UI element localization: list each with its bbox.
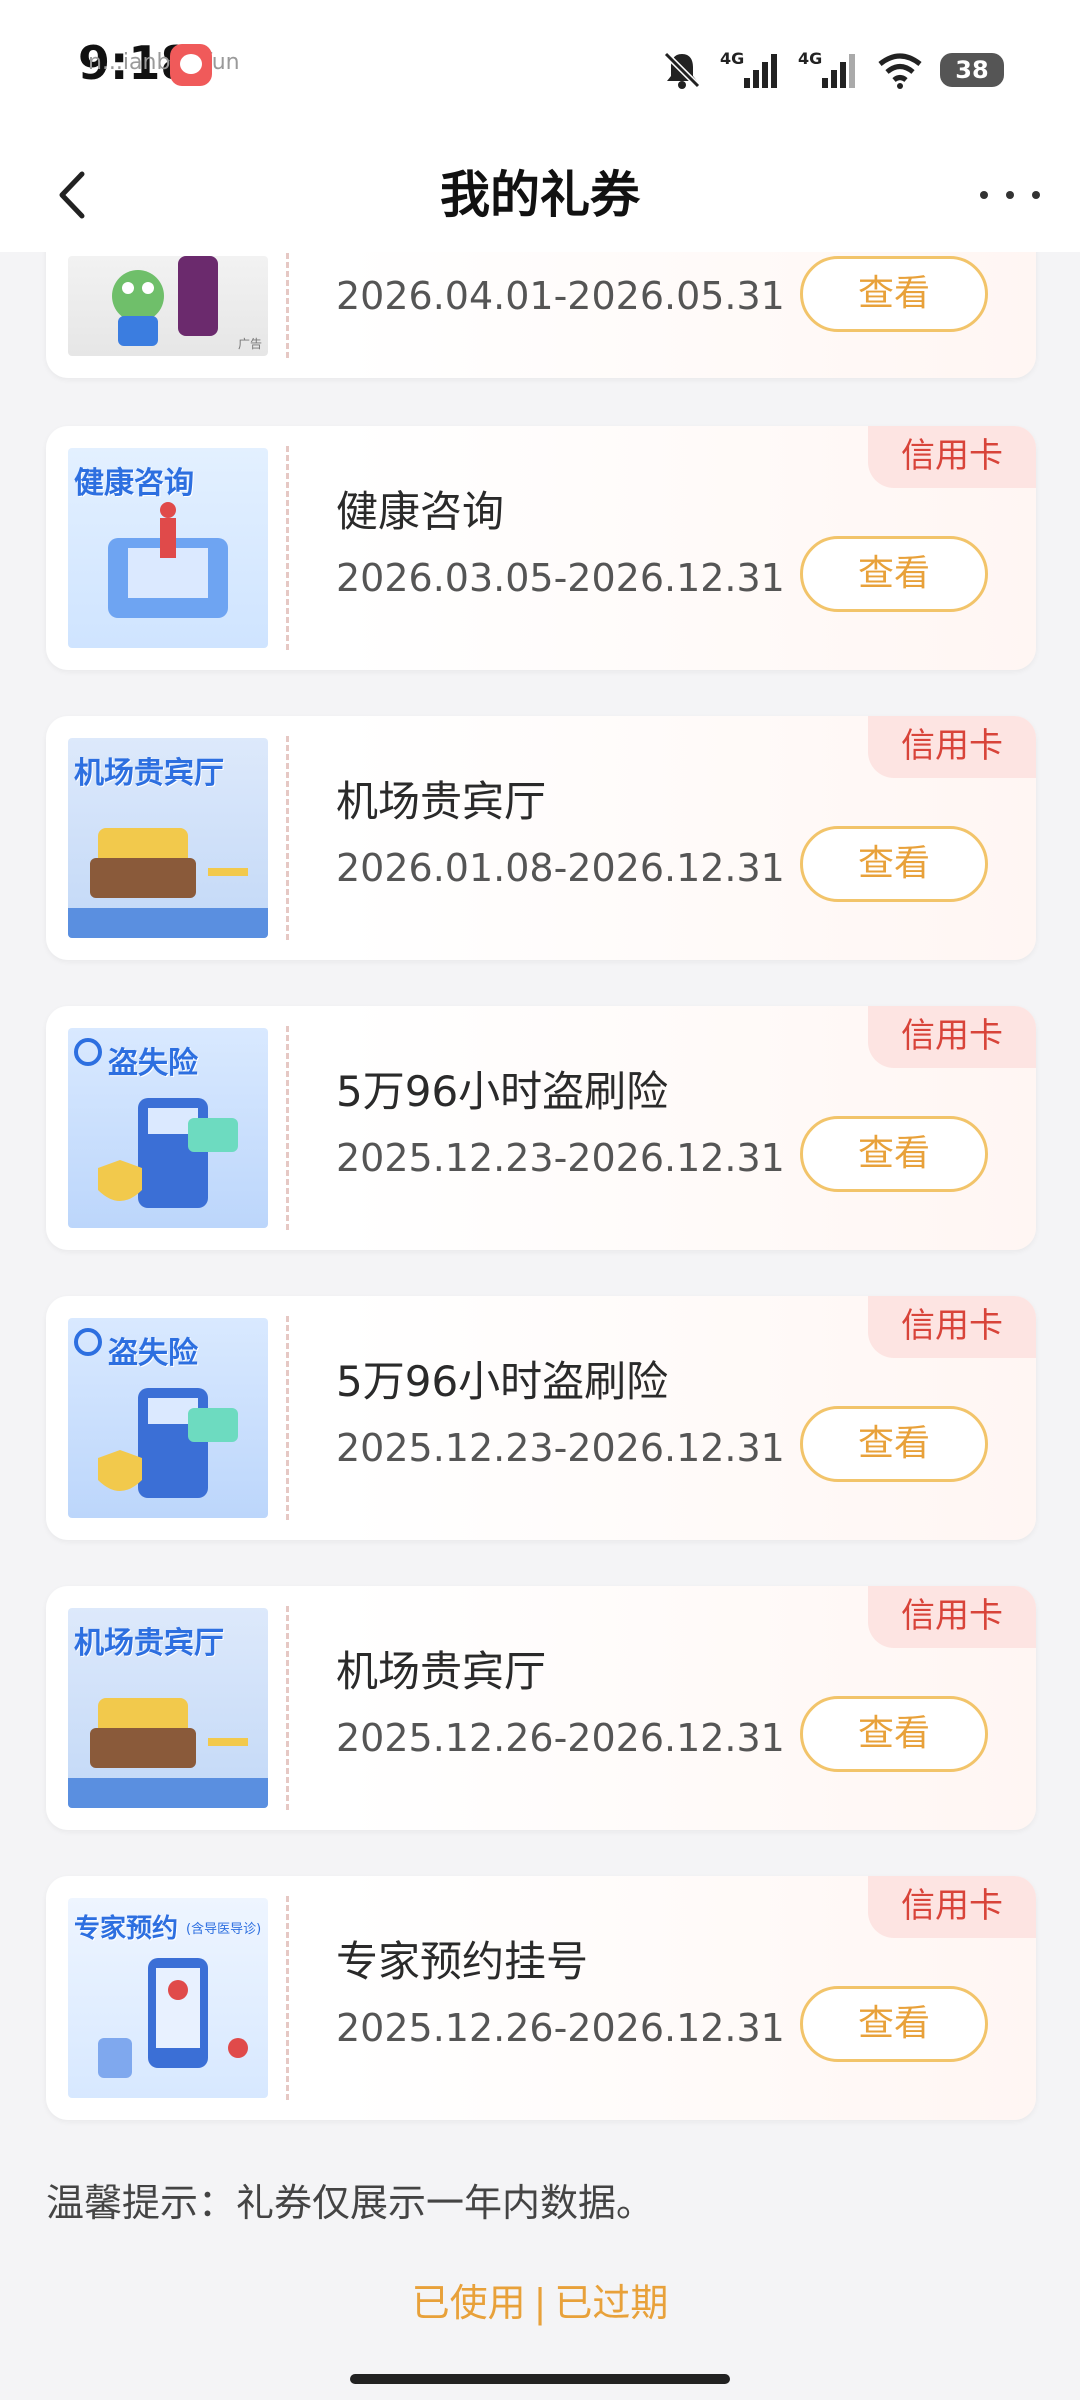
ad-label: 广告 — [237, 337, 262, 351]
coupon-date: 2025.12.26-2026.12.31 — [336, 2006, 785, 2050]
coupon-title: 专家预约挂号 — [336, 1937, 589, 1986]
watermark-text: n...ianbao.fun — [88, 50, 240, 75]
armchair-illustration — [68, 828, 268, 938]
used-link[interactable]: 已使用 — [412, 2281, 526, 2325]
coupon-card[interactable]: 健康咨询 信用卡 健康咨询 2026.03.05-2026.12.31 查看 — [46, 426, 1036, 670]
coupon-card[interactable]: 机场贵宾厅 信用卡 机场贵宾厅 2025.12.26-2026.12.31 查看 — [46, 1586, 1036, 1830]
view-button[interactable]: 查看 — [800, 826, 988, 902]
more-dots-icon — [980, 191, 1040, 199]
footer-links: 已使用 | 已过期 — [0, 2272, 1080, 2327]
view-button[interactable]: 查看 — [800, 1696, 988, 1772]
credit-card-badge: 信用卡 — [868, 1296, 1036, 1358]
doctor-phone-illustration — [98, 1958, 248, 2078]
more-button[interactable] — [970, 160, 1050, 230]
coupon-title: 机场贵宾厅 — [336, 777, 547, 826]
coupon-thumbnail-theft: 盗失险 — [68, 1028, 268, 1228]
coupon-date: 2026.04.01-2026.05.31 — [336, 274, 785, 318]
coupon-title: 机场贵宾厅 — [336, 1647, 547, 1696]
coupon-thumbnail-lounge: 机场贵宾厅 — [68, 1608, 268, 1808]
coupon-card[interactable]: 专家预约 (含导医导诊) 信用卡 专家预约挂号 2025.12.26-2026.… — [46, 1876, 1036, 2120]
coupon-card[interactable]: 盗失险 信用卡 5万96小时盗刷险 2025.12.23-2026.12.31 … — [46, 1296, 1036, 1540]
coupon-date: 2026.01.08-2026.12.31 — [336, 846, 785, 890]
coupon-title: 5万96小时盗刷险 — [336, 1067, 669, 1116]
mute-bell-icon — [663, 51, 701, 89]
expired-link[interactable]: 已过期 — [554, 2281, 668, 2325]
notification-app-icon — [170, 44, 212, 86]
coupon-title: 5万96小时盗刷险 — [336, 1357, 669, 1406]
coupon-date: 2025.12.23-2026.12.31 — [336, 1136, 785, 1180]
view-button[interactable]: 查看 — [800, 1116, 988, 1192]
view-button[interactable]: 查看 — [800, 256, 988, 332]
credit-card-badge: 信用卡 — [868, 1876, 1036, 1938]
pos-shield-illustration — [74, 1328, 238, 1498]
coupon-thumbnail-health: 健康咨询 — [68, 448, 268, 648]
tip-text: 温馨提示：礼券仅展示一年内数据。 — [46, 2181, 655, 2225]
coupon-thumbnail-lounge: 机场贵宾厅 — [68, 738, 268, 938]
nav-bar: 我的礼券 — [0, 140, 1080, 252]
view-button[interactable]: 查看 — [800, 536, 988, 612]
coupon-date: 2025.12.26-2026.12.31 — [336, 1716, 785, 1760]
card-divider — [286, 446, 289, 650]
battery-indicator: 38 — [940, 53, 1004, 87]
signal-4g-icon: 4G — [720, 49, 777, 88]
coupon-title: 健康咨询 — [336, 487, 505, 536]
credit-card-badge: 信用卡 — [868, 1006, 1036, 1068]
signal-4g-icon-2: 4G — [798, 49, 855, 88]
coupon-card[interactable]: 机场贵宾厅 信用卡 机场贵宾厅 2026.01.08-2026.12.31 查看 — [46, 716, 1036, 960]
view-button[interactable]: 查看 — [800, 1406, 988, 1482]
credit-card-badge: 信用卡 — [868, 426, 1036, 488]
armchair-illustration — [68, 1698, 268, 1808]
credit-card-badge: 信用卡 — [868, 1586, 1036, 1648]
home-indicator[interactable] — [350, 2374, 730, 2384]
coupon-thumbnail-expert: 专家预约 (含导医导诊) — [68, 1898, 268, 2098]
coupon-date: 2025.12.23-2026.12.31 — [336, 1426, 785, 1470]
footer-separator: | — [533, 2281, 547, 2325]
status-bar: 9:18 n...ianbao.fun 4G 4G 38 — [0, 0, 1080, 140]
status-icons: 4G 4G 38 — [660, 40, 1004, 100]
svg-text:4G: 4G — [798, 49, 822, 68]
card-divider — [286, 1316, 289, 1520]
coupon-date: 2026.03.05-2026.12.31 — [336, 556, 785, 600]
health-illustration — [108, 502, 228, 618]
card-divider — [286, 1896, 289, 2100]
coupon-thumbnail-theft: 盗失险 — [68, 1318, 268, 1518]
svg-text:4G: 4G — [720, 49, 744, 68]
card-divider — [286, 1026, 289, 1230]
pos-shield-illustration — [74, 1038, 238, 1208]
view-button[interactable]: 查看 — [800, 1986, 988, 2062]
wifi-icon — [878, 53, 922, 89]
card-divider — [286, 1606, 289, 1810]
card-divider — [286, 736, 289, 940]
coupon-card[interactable]: 盗失险 信用卡 5万96小时盗刷险 2025.12.23-2026.12.31 … — [46, 1006, 1036, 1250]
top-bar: 9:18 n...ianbao.fun 4G 4G 38 我的礼券 — [0, 0, 1080, 252]
coupon-thumbnail-drink: 广告 — [68, 256, 268, 356]
credit-card-badge: 信用卡 — [868, 716, 1036, 778]
page-title: 我的礼券 — [440, 166, 640, 224]
